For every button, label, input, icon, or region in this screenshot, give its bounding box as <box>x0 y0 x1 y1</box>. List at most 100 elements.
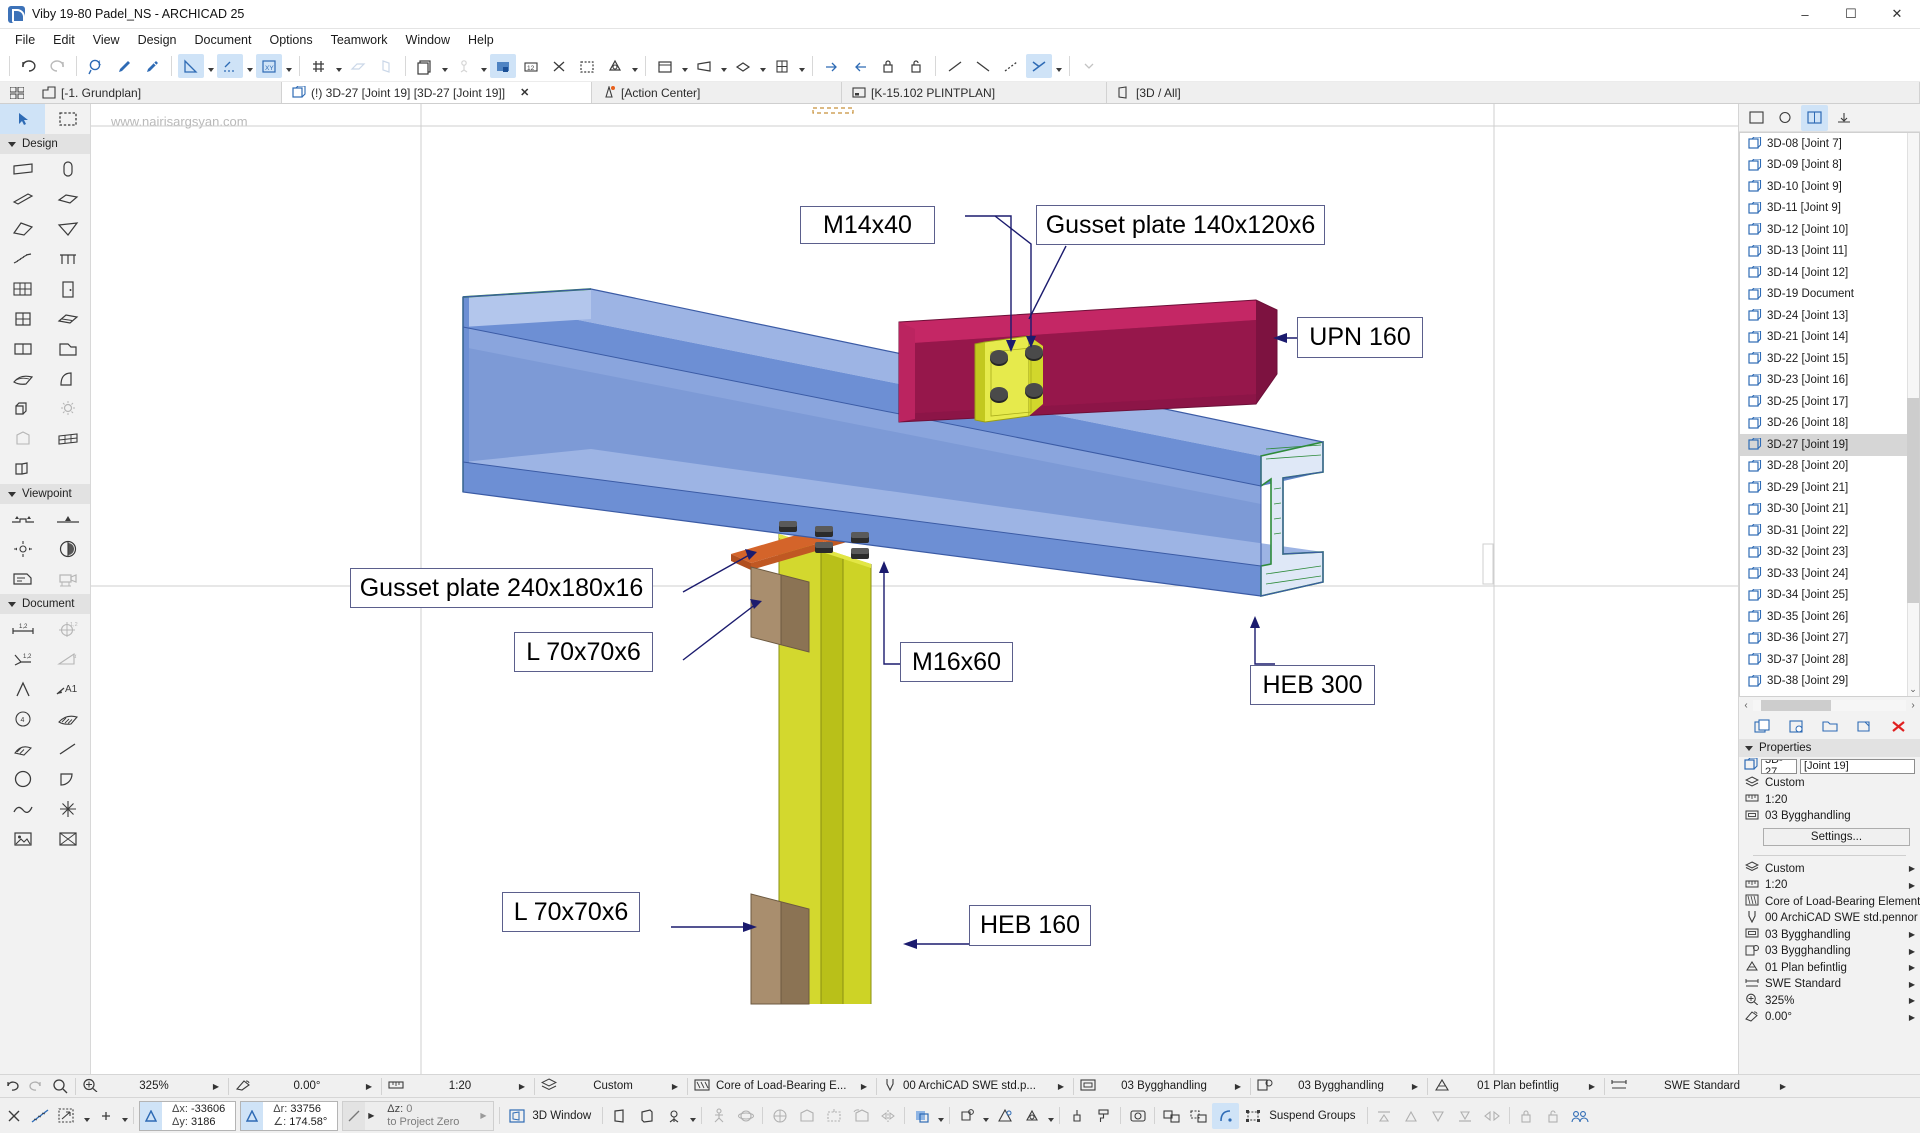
object-library-dropdown-icon[interactable] <box>679 54 690 78</box>
navigator-item[interactable]: 3D-28 [Joint 20] <box>1740 456 1919 478</box>
properties-header[interactable]: Properties <box>1739 739 1920 757</box>
maximize-button[interactable]: ☐ <box>1828 0 1874 29</box>
lock-icon[interactable] <box>1513 1103 1540 1129</box>
magnetic-guide-icon[interactable] <box>27 1103 54 1129</box>
toolbar-overflow-icon[interactable] <box>1076 54 1102 78</box>
chevron-right-icon[interactable]: ▶ <box>365 1111 377 1120</box>
object-tool[interactable] <box>0 394 45 424</box>
status-renovation-filter[interactable]: 03 Bygghandling ▶ <box>1254 1077 1424 1096</box>
trim-dropdown-icon[interactable] <box>1053 54 1064 78</box>
person-dropdown-icon[interactable] <box>478 54 489 78</box>
3d-navigation-dropdown-icon[interactable] <box>687 1104 698 1128</box>
reserve-icon[interactable] <box>875 54 901 78</box>
3d-hotlink-dropdown-icon[interactable] <box>980 1104 991 1128</box>
3d-styles-icon[interactable] <box>908 1103 935 1129</box>
palette-section-document[interactable]: Document <box>0 594 90 614</box>
status-dimension-style[interactable]: SWE Standard ▶ <box>1608 1077 1792 1096</box>
sun-settings-icon[interactable] <box>991 1103 1018 1129</box>
column-tool[interactable] <box>45 154 90 184</box>
properties-pen-set[interactable]: 03 Bygghandling <box>1739 808 1920 825</box>
clone-folder-icon[interactable] <box>1817 714 1844 740</box>
level-dimension-tool[interactable]: 1,2 <box>0 644 45 674</box>
property-row[interactable]: 01 Plan befintlig ▶ <box>1739 960 1920 977</box>
group-icon[interactable] <box>1158 1103 1185 1129</box>
new-viewpoint-icon[interactable] <box>1749 714 1776 740</box>
zoom-previous-button[interactable] <box>0 1077 24 1096</box>
status-model-view[interactable]: 03 Bygghandling ▶ <box>1077 1077 1247 1096</box>
tab-3d-all[interactable]: [3D / All] <box>1107 82 1920 103</box>
tab-plintplan[interactable]: [K-15.102 PLINTPLAN] <box>842 82 1107 103</box>
property-row[interactable]: 03 Bygghandling ▶ <box>1739 943 1920 960</box>
zone-stamp-tool[interactable]: 4 <box>0 704 45 734</box>
3d-hotlink-icon[interactable] <box>953 1103 980 1129</box>
opening-tool[interactable] <box>0 334 45 364</box>
property-row[interactable]: 03 Bygghandling ▶ <box>1739 927 1920 944</box>
marquee-tool[interactable] <box>45 104 90 134</box>
grid-snap-dropdown-icon[interactable] <box>333 54 344 78</box>
section-tool[interactable] <box>0 504 45 534</box>
minimize-button[interactable]: – <box>1782 0 1828 29</box>
chevron-right-icon[interactable]: ▶ <box>1909 881 1915 890</box>
status-layer-combination[interactable]: Custom ▶ <box>538 1077 684 1096</box>
tracker-polar-box[interactable]: Δr: 33756 ∠: 174.58° <box>240 1100 339 1131</box>
annotation-gusset-plate-240x180x16[interactable]: Gusset plate 240x180x16 <box>350 568 653 608</box>
property-row[interactable]: Custom ▶ <box>1739 861 1920 878</box>
navigator-item[interactable]: 3D-11 [Joint 9] <box>1740 198 1919 220</box>
paint-bucket-icon[interactable] <box>1063 1103 1090 1129</box>
chevron-right-icon[interactable]: ▶ <box>1909 963 1915 972</box>
menu-window[interactable]: Window <box>397 31 459 49</box>
navigator-scroll-thumb[interactable] <box>1907 398 1919 603</box>
marquee-3d-bottom-icon[interactable] <box>820 1103 847 1129</box>
partial-structure-icon[interactable] <box>490 54 516 78</box>
perspective-projection-icon[interactable] <box>633 1103 660 1129</box>
navigator-item[interactable]: 3D-38 [Joint 29] <box>1740 671 1919 693</box>
property-row[interactable]: 325% ▶ <box>1739 993 1920 1010</box>
chevron-right-icon[interactable]: ▶ <box>210 1082 222 1091</box>
navigator-item[interactable]: 3D-29 [Joint 21] <box>1740 477 1919 499</box>
rotate-3d-icon[interactable] <box>847 1103 874 1129</box>
shell-tool[interactable] <box>45 214 90 244</box>
stair-object-tool[interactable] <box>0 424 45 454</box>
elevation-tool[interactable] <box>45 504 90 534</box>
snap-guides-icon[interactable] <box>178 54 204 78</box>
mesh-tool[interactable] <box>0 364 45 394</box>
syringe-icon[interactable] <box>139 54 165 78</box>
navigator-hscroll-thumb[interactable] <box>1761 700 1831 711</box>
drawing-tool[interactable] <box>45 824 90 854</box>
tracker-z-box[interactable]: ▶ Δz: 0 to Project Zero ▶ <box>342 1100 495 1131</box>
curtain-wall-tool[interactable] <box>0 274 45 304</box>
navigator-hscrollbar[interactable]: ‹ › <box>1739 697 1920 714</box>
delete-viewpoint-icon[interactable] <box>1885 714 1912 740</box>
explore-mode-icon[interactable] <box>705 1103 732 1129</box>
parallel-projection-icon[interactable] <box>606 1103 633 1129</box>
menu-options[interactable]: Options <box>260 31 321 49</box>
bring-to-front-icon[interactable] <box>1371 1103 1398 1129</box>
marquee-3d-icon[interactable] <box>574 54 600 78</box>
navigator-item[interactable]: 3D-27 [Joint 19] <box>1740 434 1919 456</box>
arrow-select-tool[interactable] <box>0 104 45 134</box>
coordinate-system-icon[interactable]: XY <box>256 54 282 78</box>
beam-tool[interactable] <box>0 184 45 214</box>
window-corner-tool[interactable] <box>0 454 45 484</box>
grid-display-icon[interactable] <box>345 54 371 78</box>
line-tool[interactable] <box>45 734 90 764</box>
chevron-right-icon[interactable]: ▶ <box>669 1082 681 1091</box>
annotation-m14x40[interactable]: M14x40 <box>800 206 935 244</box>
navigator-item[interactable]: 3D-13 [Joint 11] <box>1740 241 1919 263</box>
hotspot-tool[interactable] <box>45 794 90 824</box>
chevron-right-icon[interactable]: ▶ <box>1909 996 1915 1005</box>
tracker-xy-box[interactable]: Δx: -33606 Δy: 3186 <box>139 1100 237 1131</box>
marquee-toolbar-icon[interactable] <box>998 54 1024 78</box>
elevation-toolbar-icon[interactable] <box>970 54 996 78</box>
annotation-upn-160[interactable]: UPN 160 <box>1297 317 1423 358</box>
property-row[interactable]: 0.00° ▶ <box>1739 1009 1920 1026</box>
viewpoint-id-field[interactable]: 3D-27 <box>1761 758 1797 774</box>
delta-toggle-icon[interactable] <box>140 1101 162 1130</box>
teamwork-users-icon[interactable] <box>1567 1103 1594 1129</box>
camera-snapshot-icon[interactable] <box>1124 1103 1151 1129</box>
find-select-icon[interactable]: 1 <box>83 54 109 78</box>
zoom-next-button[interactable] <box>24 1077 48 1096</box>
railing-tool[interactable] <box>45 244 90 274</box>
navigator-item[interactable]: 3D-30 [Joint 21] <box>1740 499 1919 521</box>
worksheet-tool[interactable] <box>45 534 90 564</box>
